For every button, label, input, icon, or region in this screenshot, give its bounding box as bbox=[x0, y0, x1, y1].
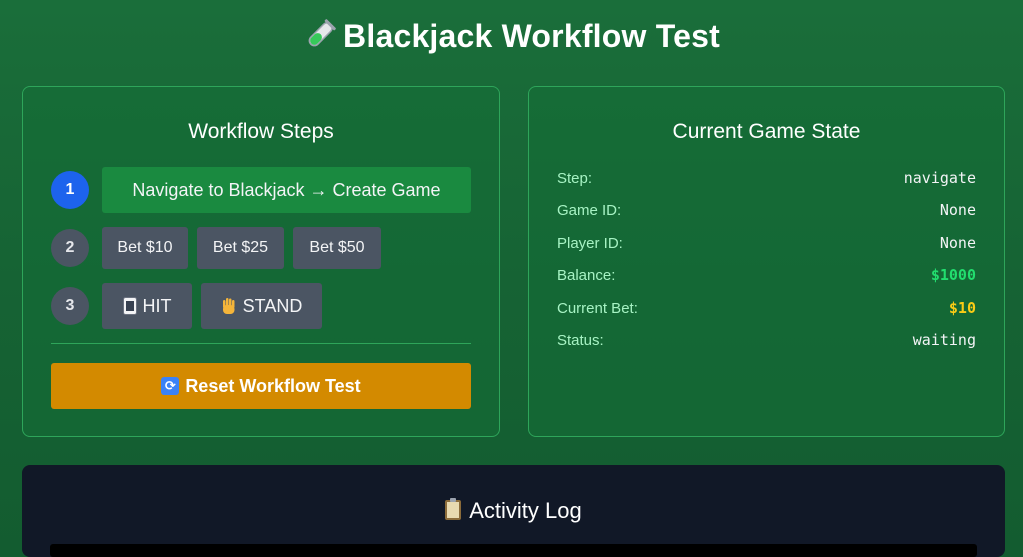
state-row-player-id: Player ID: None bbox=[557, 231, 976, 255]
game-state-title: Current Game State bbox=[672, 120, 861, 143]
state-row-balance: Balance: $1000 bbox=[557, 263, 976, 287]
activity-log-title-text: Activity Log bbox=[469, 498, 582, 523]
activity-log-output[interactable] bbox=[50, 544, 977, 557]
step-2-indicator: 2 bbox=[51, 229, 89, 267]
workflow-steps-panel: Workflow Steps 1 Navigate to Blackjack →… bbox=[22, 86, 500, 437]
bet-25-button[interactable]: Bet $25 bbox=[197, 227, 284, 269]
state-value-balance: $1000 bbox=[930, 266, 976, 284]
playing-card-icon bbox=[122, 296, 137, 317]
state-row-status: Status: waiting bbox=[557, 328, 976, 352]
activity-log-title: Activity Log bbox=[22, 498, 1005, 524]
state-value-player-id: None bbox=[939, 234, 976, 252]
state-label: Current Bet: bbox=[557, 299, 638, 317]
stand-button[interactable]: STAND bbox=[201, 283, 322, 329]
state-value-step: navigate bbox=[903, 169, 976, 187]
reset-workflow-button[interactable]: ⟳ Reset Workflow Test bbox=[51, 363, 471, 409]
state-row-current-bet: Current Bet: $10 bbox=[557, 296, 976, 320]
state-label: Status: bbox=[557, 331, 604, 349]
state-label: Balance: bbox=[557, 266, 616, 284]
reset-label: Reset Workflow Test bbox=[185, 375, 361, 396]
step-1-indicator: 1 bbox=[51, 171, 89, 209]
state-label: Step: bbox=[557, 169, 593, 187]
activity-log-panel: Activity Log bbox=[22, 465, 1005, 557]
page-title: Blackjack Workflow Test bbox=[0, 18, 1023, 55]
state-label: Game ID: bbox=[557, 201, 622, 219]
raised-hand-icon bbox=[221, 296, 237, 317]
hit-button[interactable]: HIT bbox=[102, 283, 192, 329]
state-value-current-bet: $10 bbox=[948, 299, 976, 317]
game-state-panel: Current Game State Step: navigate Game I… bbox=[528, 86, 1005, 437]
state-row-step: Step: navigate bbox=[557, 166, 976, 190]
step-3-indicator: 3 bbox=[51, 287, 89, 325]
navigate-create-game-button[interactable]: Navigate to Blackjack → Create Game bbox=[102, 167, 471, 213]
state-value-game-id: None bbox=[939, 201, 976, 219]
refresh-icon: ⟳ bbox=[161, 377, 180, 395]
state-row-game-id: Game ID: None bbox=[557, 198, 976, 222]
workflow-steps-title: Workflow Steps bbox=[188, 120, 334, 143]
stand-label: STAND bbox=[242, 295, 303, 316]
clipboard-icon bbox=[445, 498, 462, 520]
state-label: Player ID: bbox=[557, 234, 623, 252]
hit-label: HIT bbox=[142, 295, 172, 316]
page-title-text: Blackjack Workflow Test bbox=[343, 18, 720, 54]
bet-50-button[interactable]: Bet $50 bbox=[293, 227, 381, 269]
divider bbox=[51, 343, 471, 344]
bet-10-button[interactable]: Bet $10 bbox=[102, 227, 188, 269]
state-value-status: waiting bbox=[912, 331, 976, 349]
test-tube-icon bbox=[303, 18, 337, 55]
